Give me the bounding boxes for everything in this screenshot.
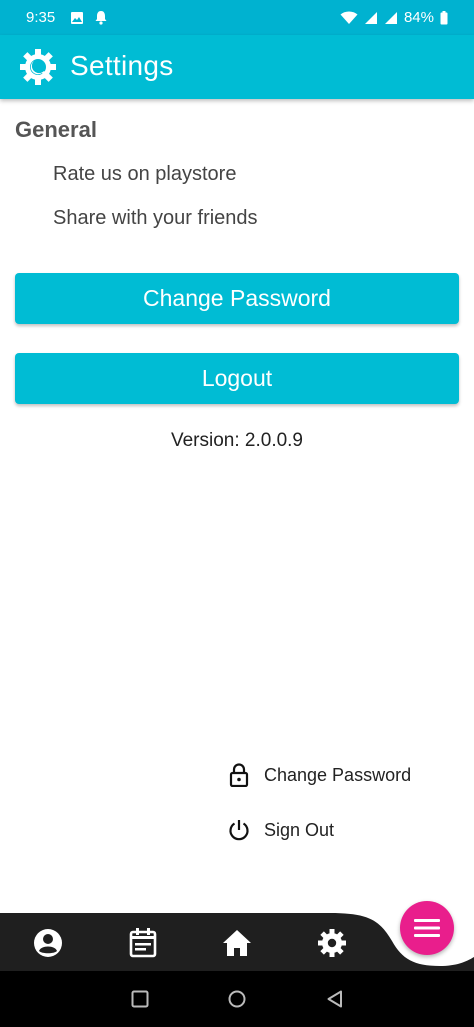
image-icon [71, 11, 83, 24]
page-title: Settings [70, 50, 174, 81]
popup-sign-out-label: Sign Out [264, 819, 335, 840]
popup-change-password[interactable]: Change Password [228, 762, 411, 788]
menu-fab-button[interactable] [400, 901, 454, 955]
calendar-icon[interactable] [127, 927, 159, 959]
popup-change-password-label: Change Password [264, 764, 412, 785]
gear-wrench-icon [20, 49, 56, 85]
status-left-icons [70, 10, 108, 25]
status-bar: 9:35 84% [0, 0, 474, 35]
system-home-icon[interactable] [227, 989, 247, 1009]
change-password-button[interactable]: Change Password [15, 273, 459, 324]
menu-icon [414, 919, 440, 937]
status-time: 9:35 [26, 9, 56, 26]
app-bar: Settings [0, 35, 474, 99]
section-title-general: General [15, 117, 97, 142]
recent-apps-icon[interactable] [130, 989, 150, 1009]
battery-icon [440, 10, 448, 24]
signal-icon [364, 11, 377, 24]
signal-icon [384, 11, 397, 24]
home-icon[interactable] [221, 927, 253, 959]
rate-us-item[interactable]: Rate us on playstore [53, 163, 236, 186]
back-icon[interactable] [325, 989, 345, 1009]
profile-icon[interactable] [32, 927, 64, 959]
wifi-icon [340, 11, 358, 24]
bell-icon [95, 11, 107, 25]
power-icon [228, 817, 250, 843]
status-right: 84% [340, 9, 448, 26]
popup-sign-out[interactable]: Sign Out [228, 817, 334, 843]
lock-icon [228, 762, 250, 788]
battery-percent: 84% [403, 9, 434, 26]
version-text: Version: 2.0.0.9 [170, 430, 304, 451]
system-nav-bar [0, 971, 474, 1027]
logout-button[interactable]: Logout [15, 353, 459, 404]
share-friends-item[interactable]: Share with your friends [53, 207, 258, 230]
settings-icon[interactable] [316, 927, 348, 959]
